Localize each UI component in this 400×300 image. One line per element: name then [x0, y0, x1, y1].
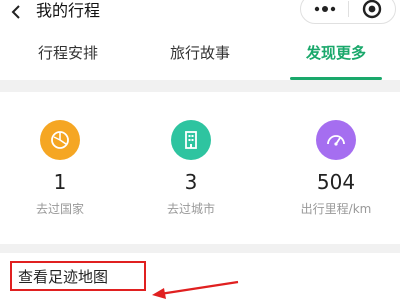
tab-discover-more[interactable]: 发现更多 [306, 42, 366, 63]
tab-itinerary[interactable]: 行程安排 [38, 42, 98, 63]
annotation-arrow-icon [152, 280, 239, 299]
globe-icon [40, 120, 80, 160]
page-title: 我的行程 [36, 1, 101, 20]
close-button[interactable] [349, 0, 395, 23]
building-icon [171, 120, 211, 160]
mini-program-capsule [300, 0, 396, 24]
stat-label: 出行里程/km [300, 202, 372, 216]
back-button[interactable] [6, 0, 26, 24]
stat-cities: 3 去过城市 [131, 92, 251, 217]
stat-value: 3 [184, 170, 198, 194]
more-button[interactable] [301, 0, 348, 23]
tab-bar: 行程安排 旅行故事 发现更多 [0, 30, 400, 80]
stat-label: 去过城市 [166, 202, 215, 216]
stat-label: 去过国家 [35, 202, 84, 216]
view-footprint-map-link[interactable]: 查看足迹地图 [10, 261, 146, 291]
speedometer-icon [316, 120, 356, 160]
target-close-icon [362, 0, 382, 19]
chevron-left-icon [11, 5, 20, 19]
travel-stats-panel: 1 去过国家 3 去过城市 504 出行里程/km [0, 92, 400, 244]
stat-countries: 1 去过国家 [0, 92, 120, 217]
more-dots-icon [314, 6, 335, 12]
stat-value: 504 [316, 170, 356, 194]
active-tab-indicator [290, 77, 382, 80]
tab-travel-stories[interactable]: 旅行故事 [170, 42, 230, 63]
stat-distance: 504 出行里程/km [276, 92, 396, 217]
stat-value: 1 [53, 170, 67, 194]
navbar: 我的行程 [0, 0, 400, 30]
